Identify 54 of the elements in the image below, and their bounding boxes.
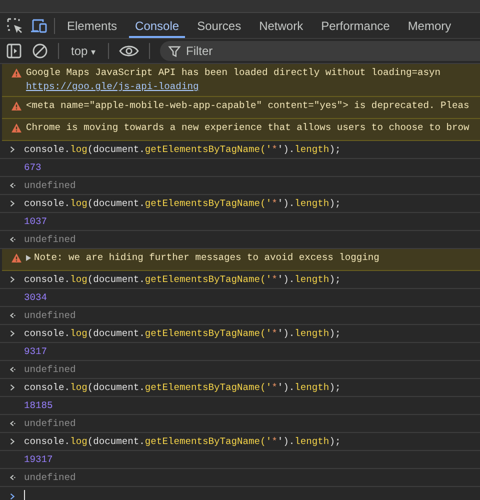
command-code: console.log(document.getElementsByTagName('*').length); [24, 274, 341, 285]
sidebar-toggle-icon[interactable] [6, 43, 22, 59]
expand-triangle-icon[interactable] [26, 255, 31, 261]
return-value: undefined [24, 472, 76, 483]
command-code: console.log(document.getElementsByTagName('*').length); [24, 198, 341, 209]
panel-tab[interactable]: Network [253, 13, 310, 38]
log-output: 9317 [24, 346, 48, 357]
warning-text: Google Maps JavaScript API has been loaded directly without loading=asyn [26, 66, 441, 80]
filter-field[interactable]: Filter [160, 41, 480, 61]
context-dropdown[interactable]: top ▾ [69, 44, 98, 58]
return-value: undefined [24, 310, 76, 321]
log-output: 18185 [24, 400, 53, 411]
warning-text: <meta name="apple-mobile-web-app-capable" content="yes"> is deprecated. Pleas [26, 99, 470, 113]
command-code: console.log(document.getElementsByTagName('*').length); [24, 144, 341, 155]
input-chevron-icon [9, 438, 16, 445]
input-chevron-icon [9, 146, 16, 153]
warning-icon [11, 123, 22, 133]
warning-text: Chrome is moving towards a new experience that allows users to choose to brow [26, 121, 470, 135]
return-value: undefined [24, 234, 76, 245]
docs-link[interactable]: https://goo.gle/js-api-loading [26, 80, 199, 94]
return-arrow-icon [9, 366, 16, 373]
return-value: undefined [24, 364, 76, 375]
log-output: 673 [24, 162, 42, 173]
return-arrow-icon [9, 474, 16, 481]
panel-tab[interactable]: Elements [61, 13, 124, 38]
warning-icon [11, 101, 22, 111]
return-arrow-icon [9, 236, 16, 243]
warning-icon [11, 68, 22, 78]
filter-icon [168, 45, 182, 58]
input-chevron-icon [9, 384, 16, 391]
log-output: 3034 [24, 292, 48, 303]
eye-icon[interactable] [119, 44, 140, 58]
return-arrow-icon [9, 420, 16, 427]
warning-icon [11, 253, 22, 263]
log-output: 19317 [24, 454, 53, 465]
return-value: undefined [24, 180, 76, 191]
return-arrow-icon [9, 312, 16, 319]
command-code: console.log(document.getElementsByTagName('*').length); [24, 436, 341, 447]
log-output: 1037 [24, 216, 48, 227]
panel-tab[interactable]: Performance [315, 13, 396, 38]
input-chevron-icon [9, 200, 16, 207]
command-code: console.log(document.getElementsByTagName('*').length); [24, 382, 341, 393]
inspect-element-icon[interactable] [6, 16, 24, 34]
input-chevron-icon [9, 276, 16, 283]
clear-console-icon[interactable] [32, 43, 48, 59]
panel-tab[interactable]: Memory [402, 13, 458, 38]
prompt-chevron-icon [9, 492, 16, 500]
command-code: console.log(document.getElementsByTagName('*').length); [24, 328, 341, 339]
warning-text: Note: we are hiding further messages to avoid excess logging [34, 251, 380, 265]
input-chevron-icon [9, 330, 16, 337]
return-arrow-icon [9, 182, 16, 189]
device-toolbar-icon[interactable] [30, 16, 48, 34]
return-value: undefined [24, 418, 76, 429]
panel-tab[interactable]: Sources [191, 13, 248, 38]
